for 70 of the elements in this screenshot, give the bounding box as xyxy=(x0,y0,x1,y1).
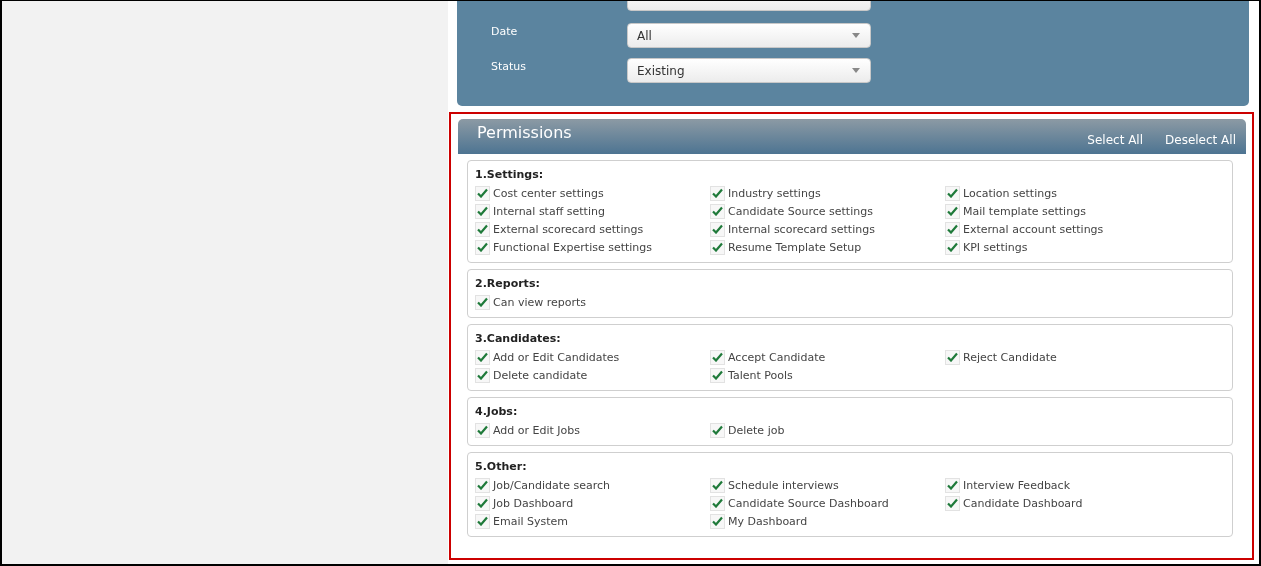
permission-label: Reject Candidate xyxy=(963,350,1057,364)
permission-label: External account settings xyxy=(963,222,1104,236)
checkbox[interactable] xyxy=(710,203,725,219)
checkbox[interactable] xyxy=(710,349,725,365)
section-title: 5.Other: xyxy=(475,459,528,475)
checkbox[interactable] xyxy=(710,185,725,201)
checkbox[interactable] xyxy=(475,221,490,237)
checkbox[interactable] xyxy=(475,349,490,365)
select-field[interactable]: All xyxy=(627,23,871,48)
panel-title: Permissions xyxy=(477,123,572,142)
checkbox[interactable] xyxy=(710,367,725,383)
permission-label: My Dashboard xyxy=(728,514,808,528)
checkbox[interactable] xyxy=(945,239,960,255)
caret-icon xyxy=(852,33,860,38)
permission-label: Mail template settings xyxy=(963,204,1086,218)
select-field[interactable]: Existing xyxy=(627,58,871,83)
checkbox[interactable] xyxy=(475,495,490,511)
checkbox[interactable] xyxy=(475,203,490,219)
permission-label: Add or Edit Candidates xyxy=(493,350,620,364)
section-title: 4.Jobs: xyxy=(475,404,519,420)
checkbox[interactable] xyxy=(710,422,725,438)
filter-label: Status xyxy=(491,60,528,73)
permission-label: Candidate Source settings xyxy=(728,204,873,218)
checkbox[interactable] xyxy=(475,367,490,383)
checkbox[interactable] xyxy=(710,477,725,493)
checkbox[interactable] xyxy=(475,422,490,438)
checkbox[interactable] xyxy=(475,294,490,310)
permission-label: Internal scorecard settings xyxy=(728,222,875,236)
checkbox[interactable] xyxy=(710,221,725,237)
permission-label: Add or Edit Jobs xyxy=(493,423,581,437)
permission-label: Accept Candidate xyxy=(728,350,826,364)
checkbox[interactable] xyxy=(945,495,960,511)
checkbox[interactable] xyxy=(475,239,490,255)
permission-label: Industry settings xyxy=(728,186,821,200)
checkbox[interactable] xyxy=(945,477,960,493)
permission-label: Cost center settings xyxy=(493,186,604,200)
permission-label: Candidate Dashboard xyxy=(963,496,1083,510)
checkbox[interactable] xyxy=(475,513,490,529)
checkbox[interactable] xyxy=(710,513,725,529)
permission-label: Job/Candidate search xyxy=(493,478,610,492)
select-link[interactable]: Deselect All xyxy=(1165,132,1236,147)
section-title: 2.Reports: xyxy=(475,276,541,292)
permission-label: Job Dashboard xyxy=(493,496,574,510)
section-title: 1.Settings: xyxy=(475,167,545,183)
permission-label: Candidate Source Dashboard xyxy=(728,496,889,510)
permission-label: Email System xyxy=(493,514,569,528)
select-link[interactable]: Select All xyxy=(1087,132,1144,147)
checkbox[interactable] xyxy=(475,185,490,201)
permission-label: Location settings xyxy=(963,186,1057,200)
permission-label: Functional Expertise settings xyxy=(493,240,653,254)
permission-label: Resume Template Setup xyxy=(728,240,862,254)
checkbox[interactable] xyxy=(945,185,960,201)
checkbox[interactable] xyxy=(945,221,960,237)
checkbox[interactable] xyxy=(475,477,490,493)
checkbox[interactable] xyxy=(945,349,960,365)
filter-label: Date xyxy=(491,25,519,38)
caret-icon xyxy=(852,68,860,73)
permission-label: Talent Pools xyxy=(728,368,793,382)
permission-label: Schedule interviews xyxy=(728,478,839,492)
permission-label: Internal staff setting xyxy=(493,204,605,218)
permission-label: Can view reports xyxy=(493,295,587,309)
permission-label: External scorecard settings xyxy=(493,222,644,236)
permission-label: Delete candidate xyxy=(493,368,588,382)
permission-label: Interview Feedback xyxy=(963,478,1071,492)
checkbox[interactable] xyxy=(945,203,960,219)
checkbox[interactable] xyxy=(710,239,725,255)
section-title: 3.Candidates: xyxy=(475,331,562,347)
checkbox[interactable] xyxy=(710,495,725,511)
permission-label: Delete job xyxy=(728,423,785,437)
permission-label: KPI settings xyxy=(963,240,1028,254)
